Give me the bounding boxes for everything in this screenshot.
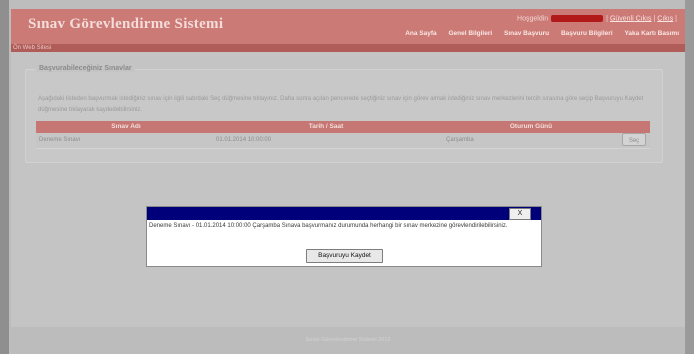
close-button[interactable]: X: [509, 208, 531, 220]
dialog-message: Deneme Sınavı - 01.01.2014 10:00:00 Çarş…: [149, 223, 508, 229]
confirm-dialog: X Deneme Sınavı - 01.01.2014 10:00:00 Ça…: [146, 206, 542, 267]
column-exam-name: Sınav Adı: [111, 123, 141, 130]
instructions-text: Aşağıdaki listeden başvurmak istediğiniz…: [38, 96, 644, 113]
breadcrumb[interactable]: Ön Web Sitesi: [13, 44, 51, 52]
logout-link[interactable]: Güvenli Çıkış: [610, 15, 652, 22]
column-session-day: Oturum Günü: [509, 123, 553, 130]
footer: Sınav Görevlendirme Sistemi 2013: [11, 327, 685, 354]
nav-application-info[interactable]: Başvuru Bilgileri: [561, 30, 613, 37]
save-application-button[interactable]: Başvuruyu Kaydet: [306, 249, 383, 263]
exams-fieldset: Başvurabileceğiniz Sınavlar Aşağıdaki li…: [25, 65, 663, 163]
exit-link[interactable]: Çıkış: [657, 15, 673, 22]
nav-exam-application[interactable]: Sınav Başvuru: [504, 30, 549, 37]
header: Sınav Görevlendirme Sistemi Hoşgeldin | G…: [11, 9, 685, 44]
left-border: [0, 0, 9, 354]
right-border: [685, 0, 694, 354]
nav-badge-print[interactable]: Yaka Kartı Basımı: [624, 30, 679, 37]
welcome-label: Hoşgeldin: [517, 15, 549, 23]
main-nav: Ana Sayfa Genel Bilgileri Sınav Başvuru …: [395, 30, 679, 37]
table-header: Sınav Adı Tarih / Saat Oturum Günü: [36, 121, 650, 133]
table-row: Deneme Sınavı 01.01.2014 10:00:00 Çarşam…: [36, 133, 650, 149]
user-name-redacted: [551, 15, 604, 22]
welcome-bar: Hoşgeldin | Güvenli Çıkış | Çıkış |: [517, 15, 677, 23]
select-button[interactable]: Seç: [622, 133, 646, 146]
nav-home[interactable]: Ana Sayfa: [405, 30, 436, 37]
dialog-title-bar: X: [147, 207, 541, 220]
app-logo: Sınav Görevlendirme Sistemi: [28, 16, 224, 32]
page: Sınav Görevlendirme Sistemi Hoşgeldin | G…: [11, 9, 685, 354]
nav-general-info[interactable]: Genel Bilgileri: [448, 30, 492, 37]
exams-table: Sınav Adı Tarih / Saat Oturum Günü Denem…: [36, 121, 650, 149]
cell-date-time: 01.01.2014 10:00:00: [216, 137, 272, 143]
column-date-time: Tarih / Saat: [308, 123, 344, 130]
cell-exam-name: Deneme Sınavı: [39, 137, 81, 143]
breadcrumb-bar: Ön Web Sitesi: [11, 44, 685, 52]
fieldset-legend: Başvurabileceğiniz Sınavlar: [36, 65, 135, 72]
cell-session-day: Çarşamba: [446, 137, 474, 143]
footer-text: Sınav Görevlendirme Sistemi 2013: [305, 337, 391, 343]
